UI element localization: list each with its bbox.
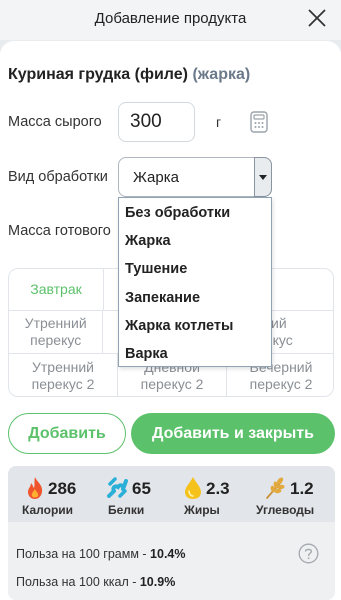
protein-block: 65 Белки [106, 466, 166, 522]
raw-mass-input[interactable] [118, 102, 195, 142]
fat-value: 2.3 [206, 479, 230, 498]
processing-selected-value: Жарка [133, 169, 179, 186]
add-button[interactable]: Добавить [8, 413, 126, 454]
benefit-per-100g-value: 10.4% [150, 547, 186, 561]
add-and-close-button[interactable]: Добавить и закрыть [131, 413, 335, 454]
dialog-header: Добавление продукта [0, 0, 341, 40]
dialog-title: Добавление продукта [94, 10, 247, 27]
calculator-icon[interactable] [250, 111, 268, 133]
chevron-down-icon[interactable] [254, 157, 272, 197]
processing-select[interactable]: Жарка [118, 157, 272, 197]
meal-morning-snack[interactable]: Утренний перекус [9, 311, 104, 353]
dropdown-option-frying[interactable]: Жарка [125, 233, 171, 249]
dropdown-option-stewing[interactable]: Тушение [125, 261, 187, 277]
meal-morning-snack-label: Утренний перекус [24, 315, 87, 348]
processing-label: Вид обработки [8, 169, 108, 185]
carbs-label: Углеводы [256, 503, 315, 517]
meal-breakfast[interactable]: Завтрак [9, 269, 104, 310]
benefit-per-100kcal-value: 10.9% [139, 575, 176, 589]
dropdown-option-frying-cutlets[interactable]: Жарка котлеты [125, 318, 233, 334]
benefit-per-100g-label: Польза на 100 грамм - [16, 547, 151, 561]
meal-morning-snack-2-label: Утренний перекус 2 [31, 359, 95, 392]
product-title: Куриная грудка (филе) (жарка) [8, 66, 250, 84]
wheat-icon [266, 477, 285, 499]
cooked-mass-label: Масса готового [8, 223, 111, 239]
oil-drop-icon [185, 477, 201, 499]
dropdown-option-boiling[interactable]: Варка [125, 346, 168, 362]
dropdown-option-no-processing[interactable]: Без обработки [125, 205, 230, 221]
fat-block: 2.3 Жиры [182, 466, 242, 522]
benefit-per-100kcal-label: Польза на 100 ккал - [16, 575, 140, 589]
nutrition-summary: 286 Калории 65 Белки 2.3 Жиры 1.2 Углево… [8, 466, 335, 522]
meal-morning-snack-2[interactable]: Утренний перекус 2 [9, 354, 118, 396]
mass-unit: г [216, 114, 222, 130]
protein-icon [107, 477, 128, 498]
processing-dropdown: Без обработки Жарка Тушение Запекание Жа… [118, 197, 272, 367]
calories-label: Калории [22, 503, 74, 517]
carbs-value: 1.2 [290, 479, 314, 498]
carbs-block: 1.2 Углеводы [256, 466, 332, 522]
product-mode: (жарка) [192, 66, 251, 83]
calories-value: 286 [48, 479, 77, 498]
flame-icon [28, 477, 43, 499]
fat-label: Жиры [184, 503, 220, 517]
protein-value: 65 [132, 479, 151, 498]
benefit-per-100g: Польза на 100 грамм - 10.4% [16, 547, 186, 561]
product-name: Куриная грудка (филе) [8, 66, 188, 83]
dropdown-option-baking[interactable]: Запекание [125, 290, 200, 306]
raw-mass-label: Масса сырого [8, 114, 102, 130]
benefit-per-100kcal: Польза на 100 ккал - 10.9% [16, 575, 175, 589]
close-icon[interactable] [305, 6, 329, 30]
protein-label: Белки [108, 503, 145, 517]
help-icon[interactable] [298, 543, 319, 564]
calories-block: 286 Калории [20, 466, 90, 522]
